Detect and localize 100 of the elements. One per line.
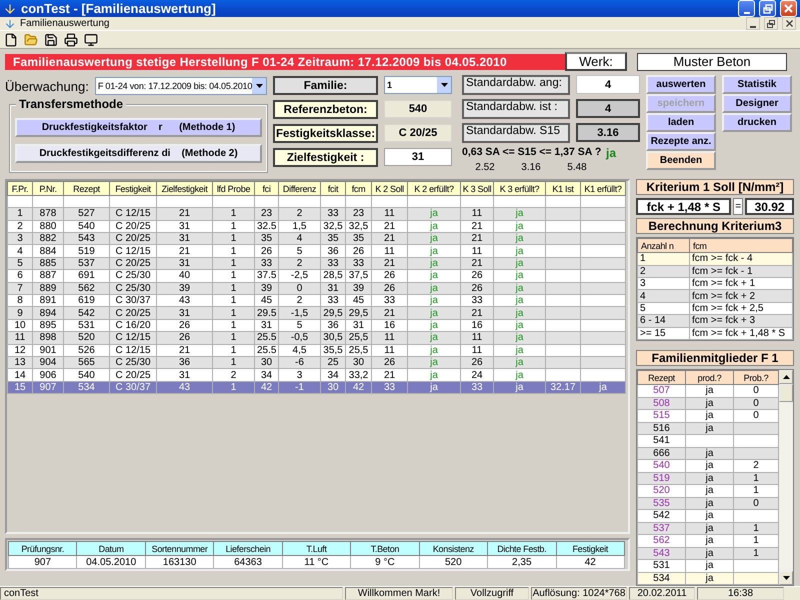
- table-cell: 534: [638, 572, 686, 584]
- table-cell: 42: [346, 381, 372, 394]
- input-field[interactable]: 4: [576, 75, 640, 94]
- action-button[interactable]: Beenden: [646, 151, 716, 170]
- action-button[interactable]: Designer: [722, 94, 792, 114]
- table-cell: 11: [8, 332, 32, 344]
- action-button[interactable]: laden: [646, 113, 716, 132]
- close-button[interactable]: [782, 17, 796, 30]
- method-button[interactable]: Druckfestikgeitsdifferenz di (Methode 2): [15, 144, 262, 164]
- scroll-down-button[interactable]: [779, 571, 793, 585]
- status-text: Auflösung: 1024*768: [531, 587, 627, 600]
- table-row[interactable]: 520 ja 1: [638, 484, 778, 497]
- table-row[interactable]: 7 889 562 C 25/30 39 1 39 0 31 39 26 ja 26 ja: [8, 282, 626, 294]
- table-row[interactable]: 13 904 565 C 25/30 36 1 30 -6 25 30 26 ja 26 ja: [8, 356, 626, 369]
- table-row[interactable]: 3 882 543 C 20/25 31 1 35 4 35 35 21 ja 21 ja: [8, 232, 626, 245]
- table-cell: 64363: [214, 556, 282, 569]
- table-cell: ja: [494, 344, 546, 356]
- table-row[interactable]: 534 ja: [638, 572, 778, 584]
- table-row[interactable]: 4 fcm >= fck + 2: [638, 290, 792, 302]
- table-row[interactable]: 1 fcm >= fck - 4: [638, 252, 792, 266]
- print-button[interactable]: [62, 31, 79, 48]
- table-row[interactable]: 2 fcm >= fck - 1: [638, 265, 792, 278]
- table-cell: 36: [320, 244, 346, 258]
- table-row[interactable]: 515 ja 0: [638, 410, 778, 422]
- table-cell: 33,2: [346, 368, 372, 382]
- down-arrow-icon: [256, 84, 263, 88]
- table-row[interactable]: 9 894 542 C 20/25 31 1 29.5 -1,5 29,5 29,5 21 ja 21 ja: [8, 306, 626, 320]
- table-cell: ja: [408, 381, 460, 394]
- table-row[interactable]: 541: [638, 434, 778, 447]
- table-cell: ja: [408, 208, 460, 220]
- value-field: 540: [384, 100, 452, 118]
- table-row[interactable]: 12 901 526 C 12/15 21 1 25.5 4,5 35,5 25,5 11 ja 11 ja: [8, 344, 626, 356]
- table-cell: 5: [278, 244, 320, 258]
- table-row[interactable]: 1 878 527 C 12/15 21 1 23 2 33 23 11 ja 11 ja: [8, 208, 626, 220]
- table-row[interactable]: 562 ja 1: [638, 534, 778, 547]
- app-icon: [3, 2, 17, 16]
- table-cell: 9 °C: [350, 556, 420, 569]
- table-row[interactable]: 542 ja: [638, 510, 778, 522]
- table-cell: 11: [372, 332, 408, 344]
- column-header: P.Nr.: [32, 182, 64, 196]
- table-row[interactable]: 508 ja 0: [638, 397, 778, 410]
- column-header: Rezept: [64, 182, 110, 196]
- table-cell: 11: [372, 244, 408, 258]
- table-cell: 42: [254, 381, 278, 394]
- action-button[interactable]: drucken: [722, 113, 792, 132]
- table-row[interactable]: 535 ja 0: [638, 497, 778, 510]
- table-cell: 04.05.2010: [76, 556, 146, 569]
- action-button[interactable]: auswerten: [646, 75, 716, 94]
- table-row[interactable]: 531 ja: [638, 560, 778, 572]
- table-cell: 520: [419, 556, 488, 569]
- restore-button[interactable]: [764, 17, 778, 30]
- table-cell: 30,5: [320, 332, 346, 344]
- table-row[interactable]: 11 898 520 C 12/15 26 1 25.5 -0,5 30,5 25,5 11 ja 11 ja: [8, 332, 626, 344]
- save-button[interactable]: [42, 31, 59, 48]
- field-label: Standardabw. ang:: [462, 75, 570, 96]
- table-row[interactable]: 543 ja 1: [638, 547, 778, 560]
- range-value: 2.52: [474, 162, 496, 174]
- table-row[interactable]: 10 895 531 C 16/20 26 1 31 5 36 31 16 ja 16 ja: [8, 319, 626, 332]
- table-cell: ja: [494, 244, 546, 258]
- table-row[interactable]: 507 ja 0: [638, 384, 778, 397]
- table-row[interactable]: >= 15 fcm >= fck + 1,48 * S: [638, 327, 792, 340]
- table-cell: 29,5: [320, 306, 346, 320]
- scroll-up-button[interactable]: [779, 370, 793, 384]
- table-cell: 4,5: [278, 344, 320, 356]
- action-button[interactable]: Rezepte anz.: [646, 132, 716, 152]
- table-row[interactable]: 6 887 691 C 25/30 40 1 37.5 -2,5 28,5 37,5 26 ja 26 ja: [8, 270, 626, 282]
- column-header: fcm: [690, 238, 792, 253]
- scroll-thumb[interactable]: [779, 384, 793, 402]
- table-row[interactable]: 519 ja 1: [638, 472, 778, 484]
- preview-button[interactable]: [82, 31, 99, 48]
- table-row[interactable]: 6 - 14 fcm >= fck + 3: [638, 314, 792, 328]
- table-row[interactable]: 4 884 519 C 12/15 21 1 26 5 36 26 11 ja 11 ja: [8, 244, 626, 258]
- scrollbar[interactable]: [779, 370, 793, 585]
- table-row[interactable]: 15 907 534 C 30/37 43 1 42 -1 30 42 33 ja 33 ja 32.17 ja: [8, 381, 626, 394]
- table-row[interactable]: 5 fcm >= fck + 2,5: [638, 302, 792, 315]
- action-button[interactable]: Statistik: [722, 75, 792, 94]
- family-dropdown[interactable]: 1: [384, 76, 452, 94]
- minimize-button[interactable]: [746, 17, 760, 30]
- werk-label: Werk:: [565, 52, 627, 72]
- table-cell: ja: [408, 368, 460, 382]
- table-cell: 11: [460, 344, 494, 356]
- table-row[interactable]: 8 891 619 C 30/37 43 1 45 2 33 45 33 ja 33 ja: [8, 294, 626, 307]
- table-row[interactable]: 5 885 537 C 20/25 31 1 33 2 33 33 21 ja 21 ja: [8, 257, 626, 270]
- table-row[interactable]: 14 906 540 C 20/25 31 2 34 3 34 33,2 21 ja 24 ja: [8, 368, 626, 382]
- table-cell: 4: [8, 244, 32, 258]
- table-row[interactable]: 516 ja: [638, 422, 778, 434]
- table-row[interactable]: 3 fcm >= fck + 1: [638, 278, 792, 290]
- table-row[interactable]: 2 880 540 C 20/25 31 1 32.5 1,5 32,5 32,5 21 ja 21 ja: [8, 220, 626, 233]
- table-row[interactable]: 540 ja 2: [638, 460, 778, 472]
- table-row[interactable]: 537 ja 1: [638, 522, 778, 534]
- monitoring-dropdown[interactable]: F 01-24 von: 17.12.2009 bis: 04.05.2010: [94, 77, 268, 96]
- table-cell: -2,5: [278, 270, 320, 282]
- table-row[interactable]: 666 ja: [638, 447, 778, 460]
- table-cell: ja: [580, 381, 626, 394]
- close-icon: [784, 4, 793, 14]
- input-field[interactable]: 31: [384, 148, 452, 166]
- restore-icon: [767, 20, 775, 28]
- table-cell: ja: [494, 332, 546, 344]
- status-text: 16:38: [697, 587, 784, 600]
- method-button[interactable]: Druckfestigkeitsfaktor r (Methode 1): [15, 118, 262, 138]
